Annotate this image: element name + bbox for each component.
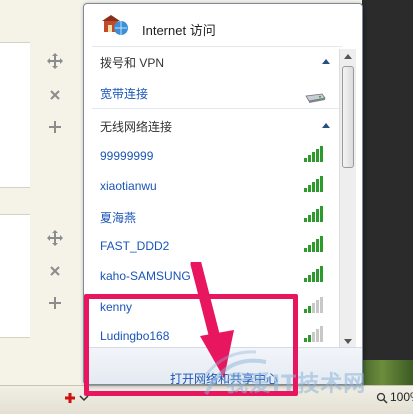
- internet-access-title: Internet 访问: [142, 23, 216, 38]
- watermark-text: 我爱IT技术网: [226, 372, 367, 397]
- wifi-network-item[interactable]: xiaotianwu: [100, 179, 157, 193]
- signal-strength-icon: [304, 176, 326, 192]
- signal-strength-icon: [304, 297, 326, 313]
- internet-access-icon: [102, 15, 128, 35]
- close-icon[interactable]: [44, 84, 66, 106]
- scroll-up-icon: [344, 54, 352, 59]
- background-panel-bottom: [0, 214, 30, 338]
- signal-strength-icon: [304, 146, 326, 162]
- signal-strength-icon: [304, 326, 326, 342]
- wifi-network-item[interactable]: 99999999: [100, 149, 153, 163]
- move-icon[interactable]: [44, 50, 66, 72]
- background-panel-top: [0, 42, 30, 188]
- collapse-chevron-icon[interactable]: [322, 58, 330, 64]
- divider: [92, 46, 342, 47]
- signal-strength-icon: [304, 266, 326, 282]
- wifi-network-item[interactable]: kaho-SAMSUNG: [100, 269, 191, 283]
- divider: [92, 108, 342, 109]
- move-icon[interactable]: [44, 227, 66, 249]
- close-icon[interactable]: [44, 260, 66, 282]
- broadband-connection-item[interactable]: 宽带连接: [100, 85, 148, 102]
- wifi-network-item[interactable]: 夏海燕: [100, 209, 136, 226]
- plus-cross-icon[interactable]: [64, 392, 76, 404]
- scrollbar-thumb[interactable]: [342, 66, 354, 168]
- signal-strength-icon: [304, 206, 326, 222]
- wireless-section-title[interactable]: 无线网络连接: [100, 118, 172, 135]
- signal-strength-icon: [304, 236, 326, 252]
- scroll-up-button[interactable]: [340, 49, 356, 64]
- add-icon[interactable]: [44, 292, 66, 314]
- modem-icon: [305, 93, 326, 103]
- add-icon[interactable]: [44, 116, 66, 138]
- dialup-section-title[interactable]: 拨号和 VPN: [100, 54, 164, 71]
- wifi-network-item[interactable]: FAST_DDD2: [100, 239, 169, 253]
- desktop-window-edge: [362, 0, 413, 360]
- scrollbar[interactable]: [339, 49, 356, 349]
- collapse-chevron-icon[interactable]: [322, 122, 330, 128]
